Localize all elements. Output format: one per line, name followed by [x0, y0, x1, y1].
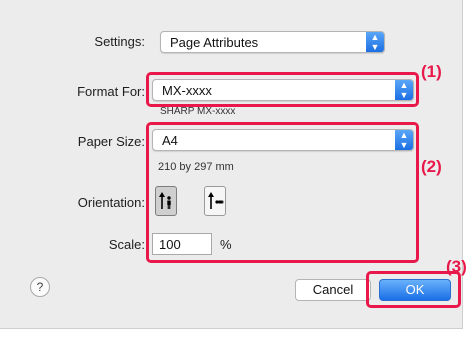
orientation-label: Orientation:	[77, 195, 145, 210]
help-button[interactable]: ?	[30, 277, 50, 297]
printer-description: SHARP MX-xxxx	[160, 106, 236, 117]
step-marker-2: (2)	[421, 157, 442, 176]
cancel-button[interactable]: Cancel	[295, 279, 371, 301]
page-setup-dialog: Settings: Page Attributes ▲ ▼ Format For:…	[0, 0, 463, 329]
highlight-box-1	[146, 72, 419, 107]
settings-value: Page Attributes	[170, 35, 259, 50]
highlight-box-2	[146, 122, 419, 263]
format-for-label: Format For:	[77, 84, 145, 99]
settings-popup[interactable]: Page Attributes ▲ ▼	[160, 31, 385, 53]
step-marker-1: (1)	[421, 62, 442, 81]
paper-size-label: Paper Size:	[77, 134, 145, 149]
settings-label: Settings:	[94, 34, 145, 49]
scale-label: Scale:	[108, 237, 145, 252]
chevron-up-down-icon: ▲ ▼	[366, 32, 384, 52]
step-marker-3: (3)	[446, 257, 467, 276]
